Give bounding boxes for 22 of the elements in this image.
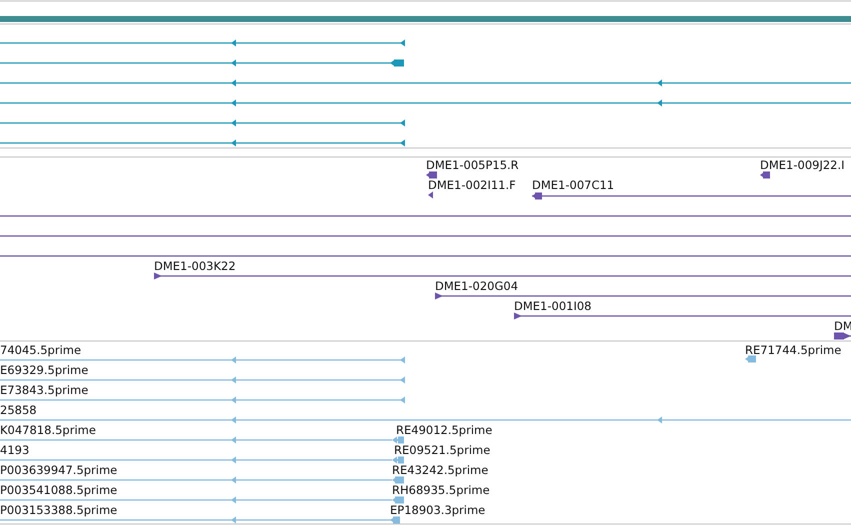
feature-label: DME1-020G04: [435, 279, 518, 293]
feature-label: EP18903.3prime: [390, 503, 486, 517]
feature-label: DME1-001I08: [514, 299, 592, 313]
feature-label: 74045.5prime: [0, 343, 82, 357]
feature-label: DME1-009J22.I: [760, 158, 845, 172]
feature-label: RE71744.5prime: [745, 343, 842, 357]
feature-label: P003639947.5prime: [0, 463, 118, 477]
feature-label: DME1-007C11: [532, 178, 614, 192]
feature-label: P003153388.5prime: [0, 503, 118, 517]
feature-label: RE43242.5prime: [392, 463, 488, 477]
feature-label: DME1-005P15.R: [426, 158, 519, 172]
feature-label: DME1-003K22: [154, 259, 236, 273]
feature-label: K047818.5prime: [0, 423, 96, 437]
feature-label: RE09521.5prime: [394, 443, 490, 457]
feature-label: P003541088.5prime: [0, 483, 118, 497]
feature-label: E73843.5prime: [0, 383, 88, 397]
feature-label: RH68935.5prime: [392, 483, 490, 497]
feature-label: E69329.5prime: [0, 363, 88, 377]
feature-label: 4193: [0, 443, 30, 457]
feature-label: RE49012.5prime: [396, 423, 492, 437]
feature-label: 25858: [0, 403, 37, 417]
feature-label: DME1-002I11.F: [428, 178, 516, 192]
